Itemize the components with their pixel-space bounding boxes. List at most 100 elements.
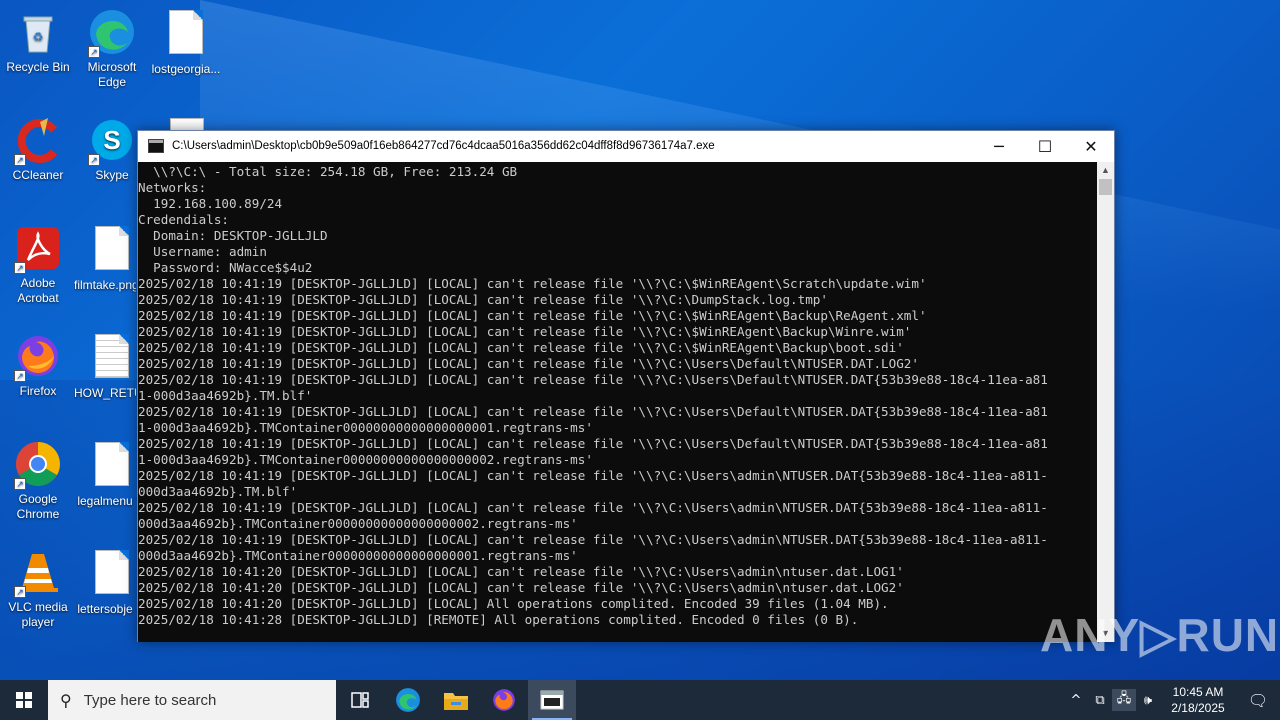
document-icon <box>88 226 136 274</box>
console-line: 1-000d3aa4692b}.TM.blf' <box>138 388 313 403</box>
firefox-icon <box>493 689 515 711</box>
taskbar-file-explorer-button[interactable] <box>432 680 480 720</box>
console-line: 2025/02/18 10:41:19 [DESKTOP-JGLLJLD] [L… <box>138 468 1048 483</box>
desktop-icon-label: Google Chrome <box>16 492 60 521</box>
console-line: Domain: DESKTOP-JGLLJLD <box>138 228 328 243</box>
console-output[interactable]: \\?\C:\ - Total size: 254.18 GB, Free: 2… <box>138 162 1098 642</box>
scroll-thumb[interactable] <box>1099 179 1112 195</box>
shortcut-arrow-icon: ↗ <box>14 478 26 490</box>
taskbar: ⚲ Type here to search ^ ⧉ 🖧 🕪 10:45 AM 2… <box>0 680 1280 720</box>
desktop-icon-label: filmtake.png <box>74 278 136 292</box>
document-icon <box>88 442 136 490</box>
svg-text:S: S <box>103 125 120 155</box>
tray-device-icon[interactable]: ⧉ <box>1088 693 1112 708</box>
windows-logo-icon <box>16 692 32 708</box>
desktop-icon-label: lostgeorgia... <box>151 62 221 76</box>
anyrun-watermark: ANY▷RUN <box>1040 609 1280 661</box>
text-document-icon <box>88 334 136 382</box>
console-line: 2025/02/18 10:41:20 [DESKTOP-JGLLJLD] [L… <box>138 564 904 579</box>
desktop-icon-ccleaner[interactable]: ↗ CCleaner <box>0 116 76 183</box>
vertical-scrollbar[interactable]: ▲ ▼ <box>1097 162 1114 642</box>
console-line: 2025/02/18 10:41:20 [DESKTOP-JGLLJLD] [L… <box>138 596 889 611</box>
file-explorer-icon <box>444 693 468 710</box>
desktop-icon-label: VLC media player <box>8 600 68 629</box>
console-line: 1-000d3aa4692b}.TMContainer0000000000000… <box>138 452 593 467</box>
svg-text:♻: ♻ <box>33 30 44 44</box>
console-line: 000d3aa4692b}.TMContainer000000000000000… <box>138 516 578 531</box>
notification-center-icon[interactable]: 🗨 <box>1236 691 1280 710</box>
edge-icon: ↗ <box>88 8 136 58</box>
skype-icon: S ↗ <box>88 116 136 166</box>
console-line: 2025/02/18 10:41:19 [DESKTOP-JGLLJLD] [L… <box>138 340 904 355</box>
console-line: \\?\C:\ - Total size: 254.18 GB, Free: 2… <box>138 164 518 179</box>
desktop-icon-chrome[interactable]: ↗ Google Chrome <box>0 440 76 522</box>
chrome-icon: ↗ <box>14 440 62 490</box>
edge-icon <box>396 688 420 712</box>
recycle-bin-icon: ♻ <box>14 8 62 56</box>
desktop-icon-label: HOW_RETU <box>74 386 136 400</box>
console-line: Credendials: <box>138 212 229 227</box>
console-line: 2025/02/18 10:41:19 [DESKTOP-JGLLJLD] [L… <box>138 532 1048 547</box>
desktop-icon-label: Firefox <box>19 384 57 398</box>
shortcut-arrow-icon: ↗ <box>88 46 100 58</box>
system-tray: ^ ⧉ 🖧 🕪 10:45 AM 2/18/2025 🗨 <box>1064 680 1280 720</box>
tray-chevron-icon[interactable]: ^ <box>1064 693 1088 708</box>
clock-time: 10:45 AM <box>1172 685 1224 699</box>
console-line: 2025/02/18 10:41:19 [DESKTOP-JGLLJLD] [L… <box>138 324 912 339</box>
console-line: Username: admin <box>138 244 267 259</box>
console-line: 2025/02/18 10:41:19 [DESKTOP-JGLLJLD] [L… <box>138 356 919 371</box>
console-line: 2025/02/18 10:41:19 [DESKTOP-JGLLJLD] [L… <box>138 292 828 307</box>
console-line: 2025/02/18 10:41:19 [DESKTOP-JGLLJLD] [L… <box>138 372 1048 387</box>
console-line: 2025/02/18 10:41:28 [DESKTOP-JGLLJLD] [R… <box>138 612 859 627</box>
console-line: 000d3aa4692b}.TMContainer000000000000000… <box>138 548 578 563</box>
desktop-icon-acrobat[interactable]: ↗ Adobe Acrobat <box>0 224 76 306</box>
maximize-button[interactable]: ☐ <box>1022 131 1068 161</box>
taskbar-edge-button[interactable] <box>384 680 432 720</box>
taskbar-firefox-button[interactable] <box>480 680 528 720</box>
console-line: 2025/02/18 10:41:20 [DESKTOP-JGLLJLD] [L… <box>138 580 904 595</box>
desktop-icon-firefox[interactable]: ↗ Firefox <box>0 332 76 399</box>
desktop-icon-label: Recycle Bin <box>6 60 70 74</box>
vlc-icon: ↗ <box>14 548 62 598</box>
acrobat-icon: ↗ <box>14 224 62 274</box>
console-line: 192.168.100.89/24 <box>138 196 283 211</box>
scroll-up-icon[interactable]: ▲ <box>1097 162 1114 179</box>
firefox-icon: ↗ <box>14 332 62 382</box>
window-titlebar[interactable]: C:\Users\admin\Desktop\cb0b9e509a0f16eb8… <box>138 131 1114 161</box>
close-button[interactable]: ✕ <box>1068 131 1114 161</box>
desktop-icon-edge[interactable]: ↗ Microsoft Edge <box>74 8 150 90</box>
console-window[interactable]: C:\Users\admin\Desktop\cb0b9e509a0f16eb8… <box>137 130 1115 642</box>
volume-icon[interactable]: 🕪 <box>1136 693 1160 708</box>
document-icon <box>88 550 136 598</box>
start-button[interactable] <box>0 680 48 720</box>
console-app-icon <box>148 139 164 153</box>
task-view-button[interactable] <box>336 680 384 720</box>
search-placeholder: Type here to search <box>83 691 217 709</box>
desktop-icon-recycle-bin[interactable]: ♻ Recycle Bin <box>0 8 76 75</box>
clock-date: 2/18/2025 <box>1171 701 1225 715</box>
console-line: 2025/02/18 10:41:19 [DESKTOP-JGLLJLD] [L… <box>138 308 927 323</box>
console-line: 000d3aa4692b}.TM.blf' <box>138 484 298 499</box>
desktop-icon-vlc[interactable]: ↗ VLC media player <box>0 548 76 630</box>
ccleaner-icon: ↗ <box>14 116 62 166</box>
console-line: 2025/02/18 10:41:19 [DESKTOP-JGLLJLD] [L… <box>138 436 1048 451</box>
shortcut-arrow-icon: ↗ <box>88 154 100 166</box>
desktop-icon-lostgeorgia[interactable]: lostgeorgia... <box>148 8 224 77</box>
console-app-icon <box>540 690 564 710</box>
taskbar-console-button[interactable] <box>528 680 576 720</box>
network-icon[interactable]: 🖧 <box>1112 689 1136 711</box>
tray-clock[interactable]: 10:45 AM 2/18/2025 <box>1160 684 1236 716</box>
console-line: 2025/02/18 10:41:19 [DESKTOP-JGLLJLD] [L… <box>138 404 1048 419</box>
taskbar-search-box[interactable]: ⚲ Type here to search <box>48 680 336 720</box>
desktop-icon-label: Adobe Acrobat <box>17 276 59 305</box>
document-icon <box>162 10 210 58</box>
window-title: C:\Users\admin\Desktop\cb0b9e509a0f16eb8… <box>172 140 715 152</box>
shortcut-arrow-icon: ↗ <box>14 370 26 382</box>
minimize-button[interactable]: ─ <box>976 131 1022 161</box>
shortcut-arrow-icon: ↗ <box>14 586 26 598</box>
search-icon: ⚲ <box>60 690 72 710</box>
shortcut-arrow-icon: ↗ <box>14 154 26 166</box>
desktop-icon-label: legalmenu <box>77 494 133 508</box>
desktop-icon-label: CCleaner <box>12 168 64 182</box>
console-line: 1-000d3aa4692b}.TMContainer0000000000000… <box>138 420 593 435</box>
